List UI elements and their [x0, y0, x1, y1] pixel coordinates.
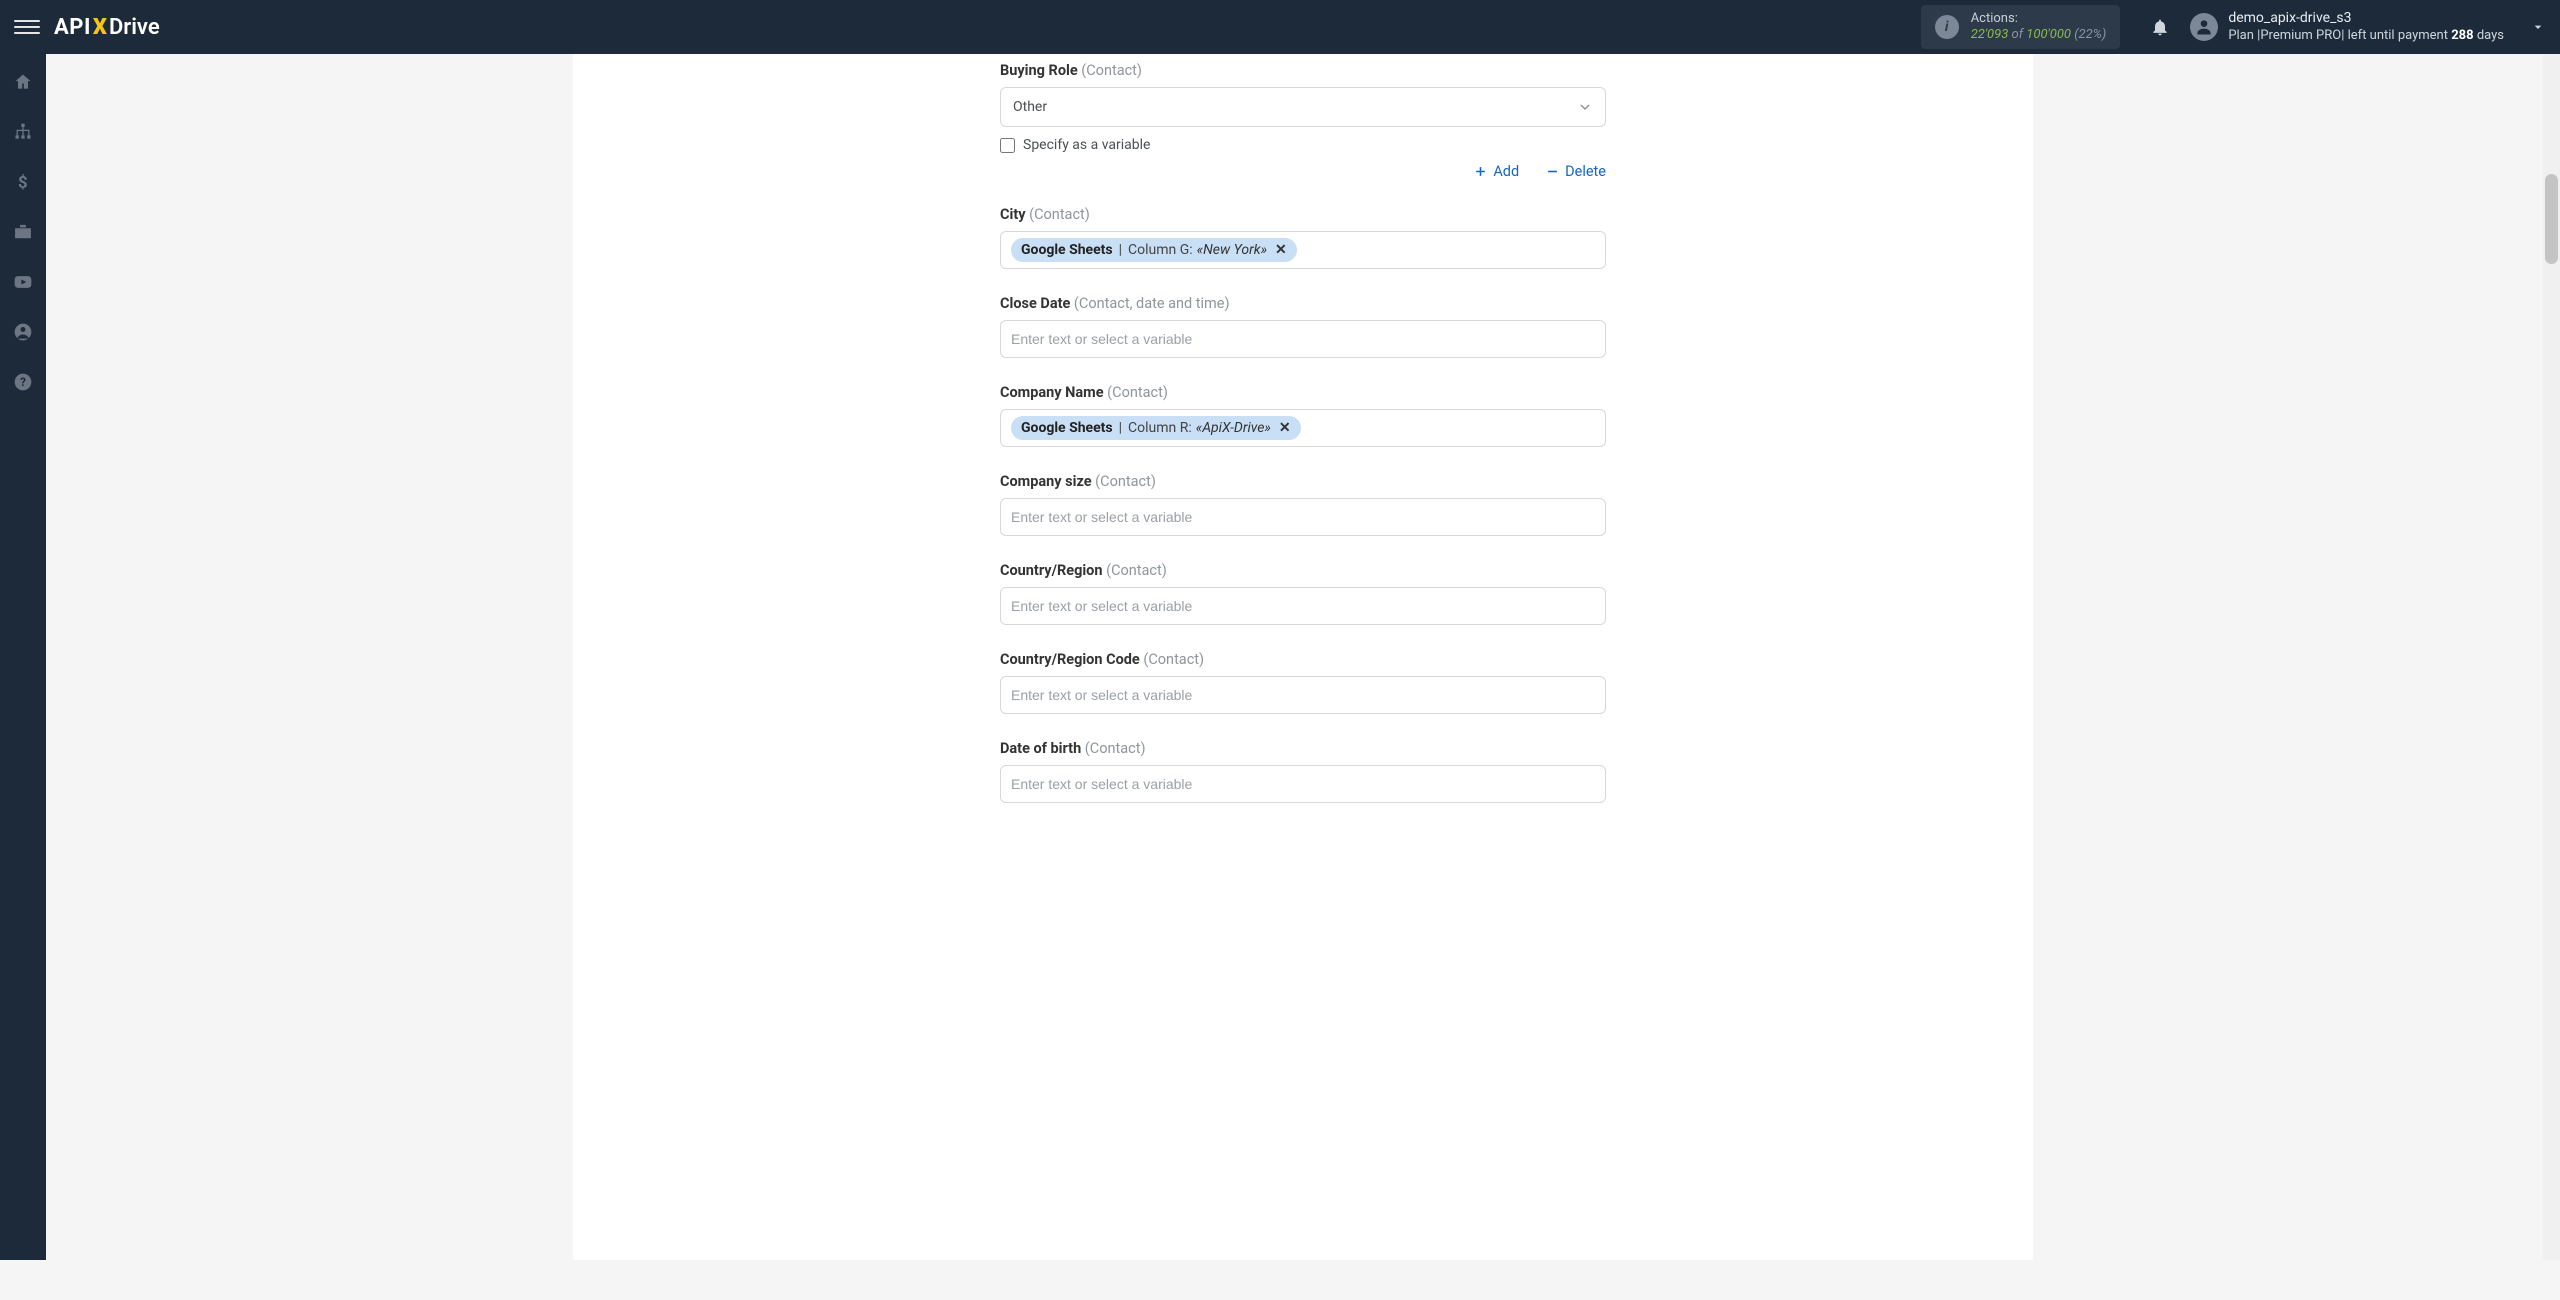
svg-text:?: ?	[20, 375, 26, 389]
actions-label: Actions:	[1971, 11, 2107, 27]
input-company-size-field[interactable]	[1011, 509, 1595, 525]
input-country-region[interactable]	[1000, 587, 1606, 625]
logo-text-drive: Drive	[109, 15, 160, 40]
top-header: API X Drive i Actions: 22'093 of 100'000…	[0, 0, 2560, 54]
actions-counts: 22'093 of 100'000 (22%)	[1971, 27, 2107, 43]
bell-icon[interactable]	[2150, 17, 2170, 37]
checkbox-specify-variable-input[interactable]	[1000, 138, 1015, 153]
logo-text-x: X	[93, 15, 107, 40]
input-company-size[interactable]	[1000, 498, 1606, 536]
scrollbar[interactable]	[2543, 54, 2560, 1260]
input-date-of-birth[interactable]	[1000, 765, 1606, 803]
field-date-of-birth: Date of birth (Contact)	[1000, 740, 1606, 803]
chevron-down-icon	[1577, 99, 1593, 115]
label-close-date: Close Date	[1000, 295, 1070, 312]
field-city: City (Contact) Google Sheets | Column G:…	[1000, 206, 1606, 269]
logo-text-api: API	[54, 15, 91, 40]
sidebar-item-videos[interactable]	[0, 268, 46, 296]
field-country-region: Country/Region (Contact)	[1000, 562, 1606, 625]
avatar-icon	[2190, 13, 2218, 41]
add-button[interactable]: Add	[1473, 163, 1519, 180]
input-country-region-code-field[interactable]	[1011, 687, 1595, 703]
menu-toggle-button[interactable]	[14, 14, 40, 40]
sidebar-item-connections[interactable]	[0, 118, 46, 146]
checkbox-specify-variable[interactable]: Specify as a variable	[1000, 137, 1606, 153]
tag-city: Google Sheets | Column G: «New York» ✕	[1011, 238, 1297, 262]
sidebar: $ ?	[0, 54, 46, 1260]
page-content: Buying Role (Contact) Other Specify as a…	[46, 54, 2560, 1300]
info-icon: i	[1935, 15, 1959, 39]
sidebar-item-account[interactable]	[0, 318, 46, 346]
scrollbar-thumb[interactable]	[2545, 174, 2558, 264]
form-card: Buying Role (Contact) Other Specify as a…	[573, 54, 2033, 1260]
user-name: demo_apix-drive_s3	[2228, 10, 2504, 28]
label-company-size: Company size	[1000, 473, 1092, 490]
label-country-region-code: Country/Region Code	[1000, 651, 1140, 668]
tag-remove-icon[interactable]: ✕	[1275, 242, 1287, 258]
sidebar-item-briefcase[interactable]	[0, 218, 46, 246]
input-city[interactable]: Google Sheets | Column G: «New York» ✕	[1000, 231, 1606, 269]
field-company-name: Company Name (Contact) Google Sheets | C…	[1000, 384, 1606, 447]
select-buying-role[interactable]: Other	[1000, 87, 1606, 127]
label-city: City	[1000, 206, 1026, 223]
field-close-date: Close Date (Contact, date and time)	[1000, 295, 1606, 358]
svg-text:$: $	[18, 174, 28, 192]
user-plan-line: Plan |Premium PRO| left until payment 28…	[2228, 28, 2504, 44]
label-company-name: Company Name	[1000, 384, 1104, 401]
label-country-region: Country/Region	[1000, 562, 1103, 579]
input-close-date-field[interactable]	[1011, 331, 1595, 347]
field-buying-role: Buying Role (Contact) Other Specify as a…	[1000, 62, 1606, 180]
input-close-date[interactable]	[1000, 320, 1606, 358]
field-company-size: Company size (Contact)	[1000, 473, 1606, 536]
tag-company-name: Google Sheets | Column R: «ApiX-Drive» ✕	[1011, 416, 1301, 440]
delete-button[interactable]: Delete	[1545, 163, 1606, 180]
label-date-of-birth: Date of birth	[1000, 740, 1081, 757]
tag-remove-icon[interactable]: ✕	[1279, 420, 1291, 436]
input-company-name[interactable]: Google Sheets | Column R: «ApiX-Drive» ✕	[1000, 409, 1606, 447]
field-country-region-code: Country/Region Code (Contact)	[1000, 651, 1606, 714]
input-date-of-birth-field[interactable]	[1011, 776, 1595, 792]
label-buying-role: Buying Role	[1000, 62, 1078, 79]
actions-counter-box[interactable]: i Actions: 22'093 of 100'000 (22%)	[1921, 5, 2121, 50]
sidebar-item-billing[interactable]: $	[0, 168, 46, 196]
logo[interactable]: API X Drive	[54, 15, 160, 40]
sidebar-item-home[interactable]	[0, 68, 46, 96]
chevron-down-icon[interactable]	[2530, 19, 2546, 35]
user-menu[interactable]: demo_apix-drive_s3 Plan |Premium PRO| le…	[2190, 10, 2504, 44]
sidebar-item-help[interactable]: ?	[0, 368, 46, 396]
input-country-region-code[interactable]	[1000, 676, 1606, 714]
input-country-region-field[interactable]	[1011, 598, 1595, 614]
select-buying-role-value: Other	[1013, 99, 1047, 115]
